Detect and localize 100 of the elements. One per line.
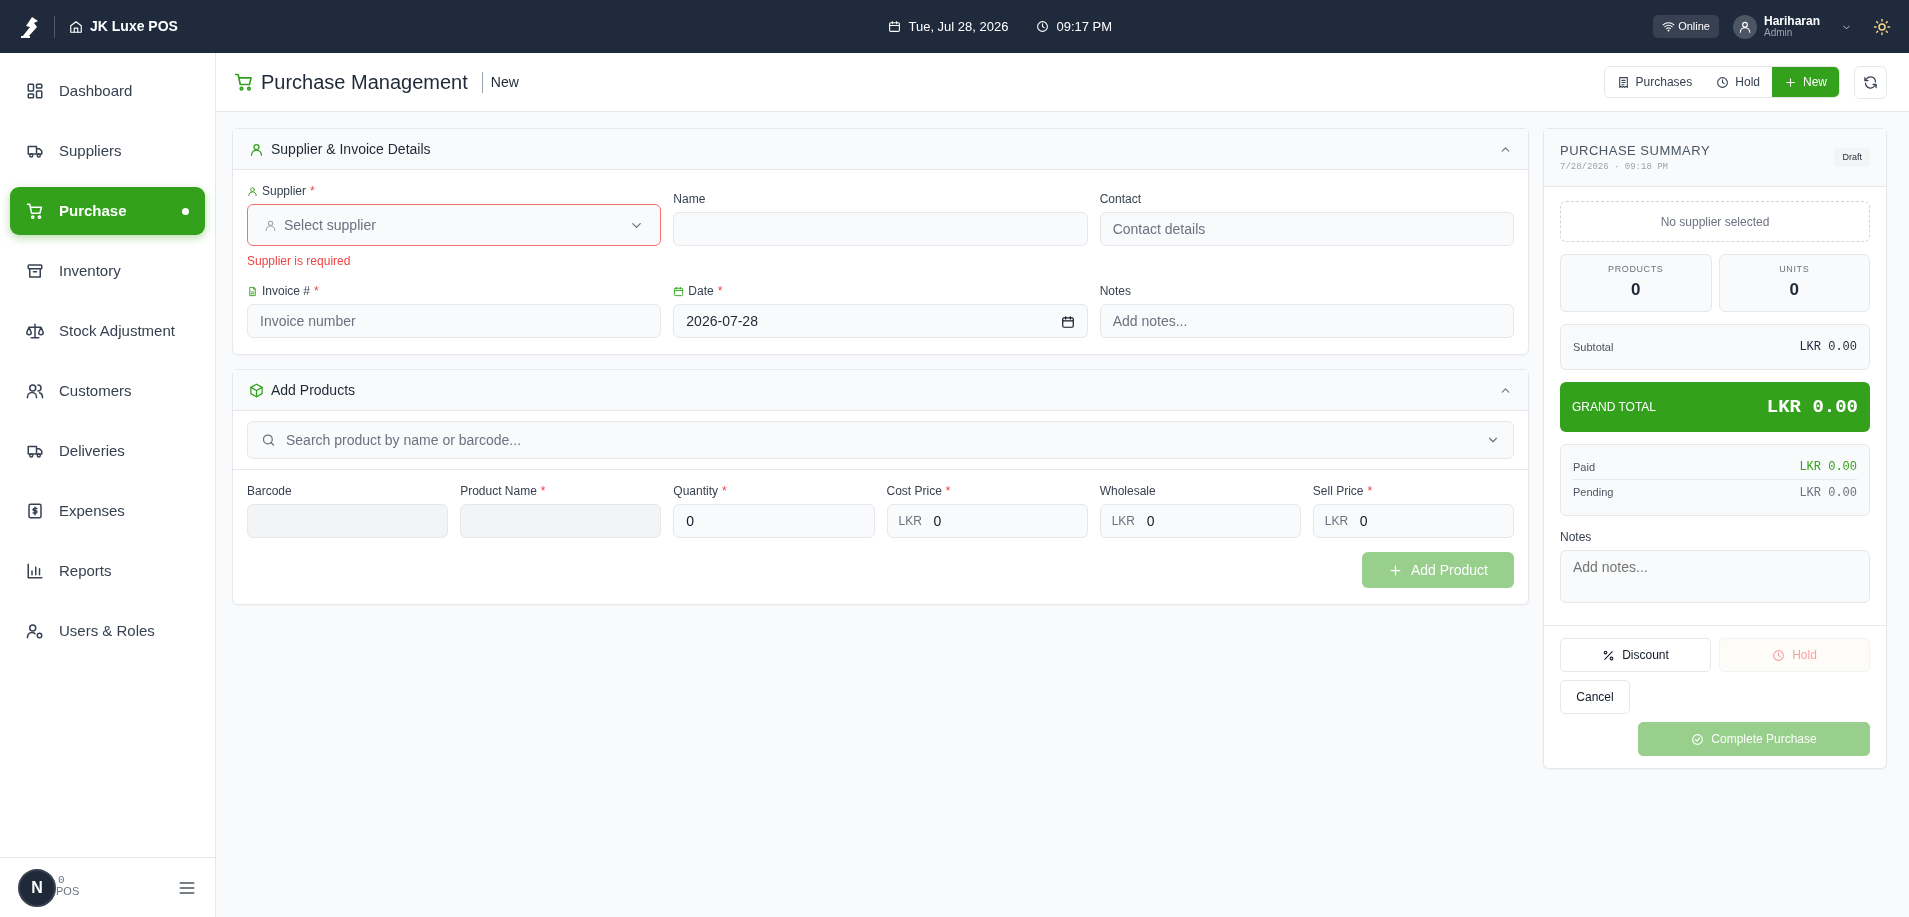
- sidebar-item[interactable]: Deliveries: [10, 427, 205, 475]
- person-icon: [249, 141, 264, 157]
- currency-prefix: LKR: [1111, 513, 1135, 530]
- date-text: Tue, Jul 28, 2026: [908, 17, 1009, 36]
- check-icon: [1691, 732, 1705, 746]
- currency-prefix: LKR: [898, 513, 922, 530]
- page-title: Purchase Management: [261, 70, 468, 95]
- sidebar-item[interactable]: Users & Roles: [10, 607, 205, 655]
- clock-icon: [1716, 75, 1730, 89]
- user-menu[interactable]: Hariharan Admin: [1732, 14, 1852, 39]
- theme-toggle[interactable]: [1873, 16, 1891, 37]
- search-icon: [261, 432, 276, 448]
- subtotal-panel: Subtotal LKR 0.00: [1560, 324, 1870, 370]
- field-label: Invoice #: [262, 283, 311, 300]
- section-header[interactable]: Add Products: [233, 370, 1528, 411]
- stat-card: UNITS 0: [1718, 254, 1870, 312]
- required-mark: *: [540, 483, 546, 500]
- logo-icon: [18, 14, 40, 39]
- summary-title: PURCHASE SUMMARY: [1560, 142, 1711, 160]
- stat-card: PRODUCTS 0: [1560, 254, 1712, 312]
- notes-field[interactable]: Add notes...: [1560, 550, 1870, 603]
- error-message: Supplier is required: [247, 253, 352, 270]
- field-label: Name: [673, 191, 706, 208]
- sidebar-item[interactable]: Dashboard: [10, 67, 205, 115]
- input-field[interactable]: Invoice number: [247, 304, 662, 338]
- field-label: Contact: [1099, 191, 1141, 208]
- percent-icon: [1602, 648, 1616, 662]
- field-label: Notes: [1099, 283, 1131, 300]
- status-tag: Draft: [1834, 147, 1870, 168]
- cart-icon: [234, 72, 254, 92]
- footer-text: POS: [56, 885, 80, 897]
- footer-text: 0: [58, 874, 66, 886]
- user-settings-icon: [26, 622, 44, 640]
- required-mark: *: [722, 483, 727, 500]
- required-mark: *: [717, 283, 723, 300]
- discount-button[interactable]: Discount: [1560, 638, 1711, 672]
- calendar-icon: [1060, 314, 1075, 329]
- section-header[interactable]: Supplier & Invoice Details: [233, 129, 1528, 170]
- cancel-button[interactable]: Cancel: [1560, 680, 1630, 714]
- sun-icon: [1873, 18, 1891, 37]
- time-text: 09:17 PM: [1056, 17, 1113, 36]
- supplier-select[interactable]: Select supplier: [247, 204, 662, 246]
- plus-icon: [1784, 75, 1797, 89]
- required-mark: *: [310, 183, 315, 200]
- refresh-icon: [1863, 74, 1878, 90]
- field-label: Barcode: [247, 483, 292, 500]
- payment-panel: Paid LKR 0.00 Pending LKR 0.00: [1560, 444, 1870, 516]
- users-icon: [26, 382, 44, 400]
- person-icon: [247, 185, 258, 197]
- dollar-icon: [26, 502, 44, 520]
- document-icon: [247, 285, 258, 297]
- currency-prefix: LKR: [1324, 513, 1349, 530]
- timestamp: 7/28/2026 · 09:18 PM: [1560, 160, 1670, 174]
- app-title: JK Luxe POS: [90, 17, 178, 36]
- active-dot: [182, 207, 189, 215]
- sidebar-item[interactable]: Customers: [10, 367, 205, 415]
- sidebar-item[interactable]: Stock Adjustment: [10, 307, 205, 355]
- field-label: Wholesale: [1099, 483, 1156, 500]
- online-status: Online: [1652, 15, 1719, 38]
- field-label: Notes: [1560, 529, 1593, 546]
- field-label: Quantity: [673, 483, 719, 500]
- bar-chart-icon: [26, 562, 44, 580]
- empty-message: No supplier selected: [1660, 213, 1770, 231]
- dashboard-icon: [26, 82, 44, 100]
- field-label: Sell Price: [1312, 483, 1364, 500]
- plus-icon: [1387, 562, 1403, 578]
- input-field[interactable]: Contact details: [1099, 212, 1514, 246]
- calendar-icon: [673, 285, 685, 297]
- wifi-icon: [1661, 20, 1675, 33]
- clock-icon: [1036, 20, 1050, 33]
- field-label: Cost Price: [886, 483, 942, 500]
- sidebar-item[interactable]: Inventory: [10, 247, 205, 295]
- input-field[interactable]: [673, 212, 1088, 246]
- product-search[interactable]: Search product by name or barcode...: [247, 421, 1514, 459]
- refresh-button[interactable]: [1854, 65, 1887, 99]
- required-mark: *: [1367, 483, 1373, 500]
- field-label: Product Name: [460, 483, 537, 500]
- sidebar-item[interactable]: Reports: [10, 547, 205, 595]
- archive-icon: [26, 262, 44, 280]
- dev-indicator[interactable]: N: [18, 868, 56, 907]
- cart-icon: [26, 202, 44, 220]
- sidebar-item[interactable]: Suppliers: [10, 127, 205, 175]
- field-label: Date: [688, 283, 714, 300]
- scale-icon: [26, 322, 44, 340]
- required-mark: *: [314, 283, 319, 300]
- box-icon: [249, 382, 264, 398]
- input-field[interactable]: Add notes...: [1099, 304, 1514, 338]
- clock-icon: [1772, 648, 1786, 662]
- sidebar-item[interactable]: Expenses: [10, 487, 205, 535]
- field-label: Supplier: [262, 183, 307, 200]
- date-field[interactable]: 2026-07-28: [673, 304, 1088, 338]
- person-icon: [264, 218, 277, 232]
- grand-total-panel: GRAND TOTAL LKR 0.00: [1560, 382, 1870, 432]
- page-tag: New: [481, 71, 519, 93]
- receipt-icon: [1616, 75, 1630, 89]
- user-icon: [1737, 19, 1752, 34]
- calendar-icon: [888, 20, 902, 33]
- input-field[interactable]: 0: [673, 504, 875, 538]
- home-icon: [69, 19, 83, 34]
- required-mark: *: [945, 483, 951, 500]
